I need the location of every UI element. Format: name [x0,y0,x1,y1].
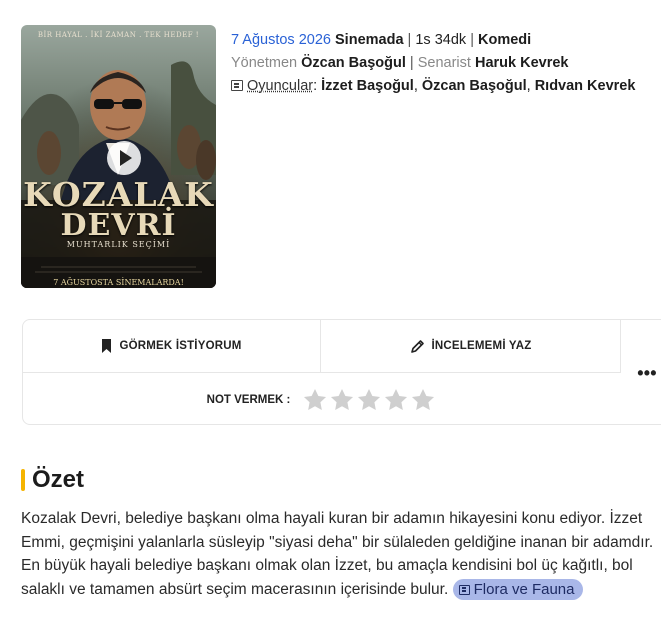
cast-link-3[interactable]: Rıdvan Kevrek [535,78,636,94]
rating-row: NOT VERMEK : [23,373,621,426]
comma: , [413,78,422,94]
cast-link-2[interactable]: Özcan Başoğul [422,78,527,94]
writer-link[interactable]: Haruk Kevrek [475,55,569,71]
movie-poster[interactable]: BİR HAYAL . İKİ ZAMAN . TEK HEDEF ! KOZA… [21,25,216,288]
summary-heading: Özet [21,466,84,494]
duration: 1s 34dk [415,32,467,48]
rating-stars[interactable] [302,387,437,413]
genre-link[interactable]: Komedi [478,32,531,48]
write-review-label: İNCELEMEMİ YAZ [431,340,532,352]
want-to-watch-label: GÖRMEK İSTİYORUM [119,340,242,352]
director-label: Yönetmen [231,55,298,71]
release-date[interactable]: 7 Ağustos 2026 [231,32,331,48]
tag-icon [458,584,470,595]
director-link[interactable]: Özcan Başoğul [301,55,406,71]
poster-release-banner: 7 AĞUSTOSTA SİNEMALARDA! [53,278,184,287]
separator: | [409,55,414,71]
poster-tagline: BİR HAYAL . İKİ ZAMAN . TEK HEDEF ! [37,31,200,39]
more-dots-icon: ••• [637,362,657,383]
topic-tag-label: Flora ve Fauna [473,580,575,598]
summary-title: Özet [32,466,85,493]
meta-line-release: 7 Ağustos 2026 Sinemada | 1s 34dk | Kome… [231,29,635,52]
cast-list-icon [231,80,243,91]
writer-label: Senarist [417,55,471,71]
rating-label: NOT VERMEK : [206,393,291,406]
separator: | [470,32,474,48]
poster-title-line2: DEVRİ [60,208,177,243]
meta-line-cast: Oyuncular: İzzet Başoğul, Özcan Başoğul,… [231,75,635,98]
movie-meta: 7 Ağustos 2026 Sinemada | 1s 34dk | Kome… [231,29,635,98]
poster-subtitle: MUHTARLIK SEÇİMİ [66,240,171,249]
action-panel: GÖRMEK İSTİYORUM İNCELEMEMİ YAZ ••• NOT … [22,319,661,425]
summary-text: Kozalak Devri, belediye başkanı olma hay… [21,507,656,601]
release-status: Sinemada [335,32,404,48]
star-icon[interactable] [356,387,382,413]
more-options-button[interactable]: ••• [621,320,661,426]
meta-line-crew: Yönetmen Özcan Başoğul | Senarist Haruk … [231,52,635,75]
pencil-icon [410,339,424,353]
heading-accent-bar [21,469,25,491]
bookmark-icon [102,339,112,353]
star-icon[interactable] [410,387,436,413]
separator: | [407,32,412,48]
topic-tag[interactable]: Flora ve Fauna [452,578,583,600]
star-icon[interactable] [329,387,355,413]
comma: , [526,78,535,94]
cast-label: Oyuncular [247,78,314,94]
star-icon[interactable] [302,387,328,413]
play-icon[interactable] [107,141,141,175]
write-review-button[interactable]: İNCELEMEMİ YAZ [321,320,621,373]
want-to-watch-button[interactable]: GÖRMEK İSTİYORUM [23,320,321,373]
cast-link-1[interactable]: İzzet Başoğul [321,78,414,94]
colon: : [313,78,322,94]
star-icon[interactable] [383,387,409,413]
